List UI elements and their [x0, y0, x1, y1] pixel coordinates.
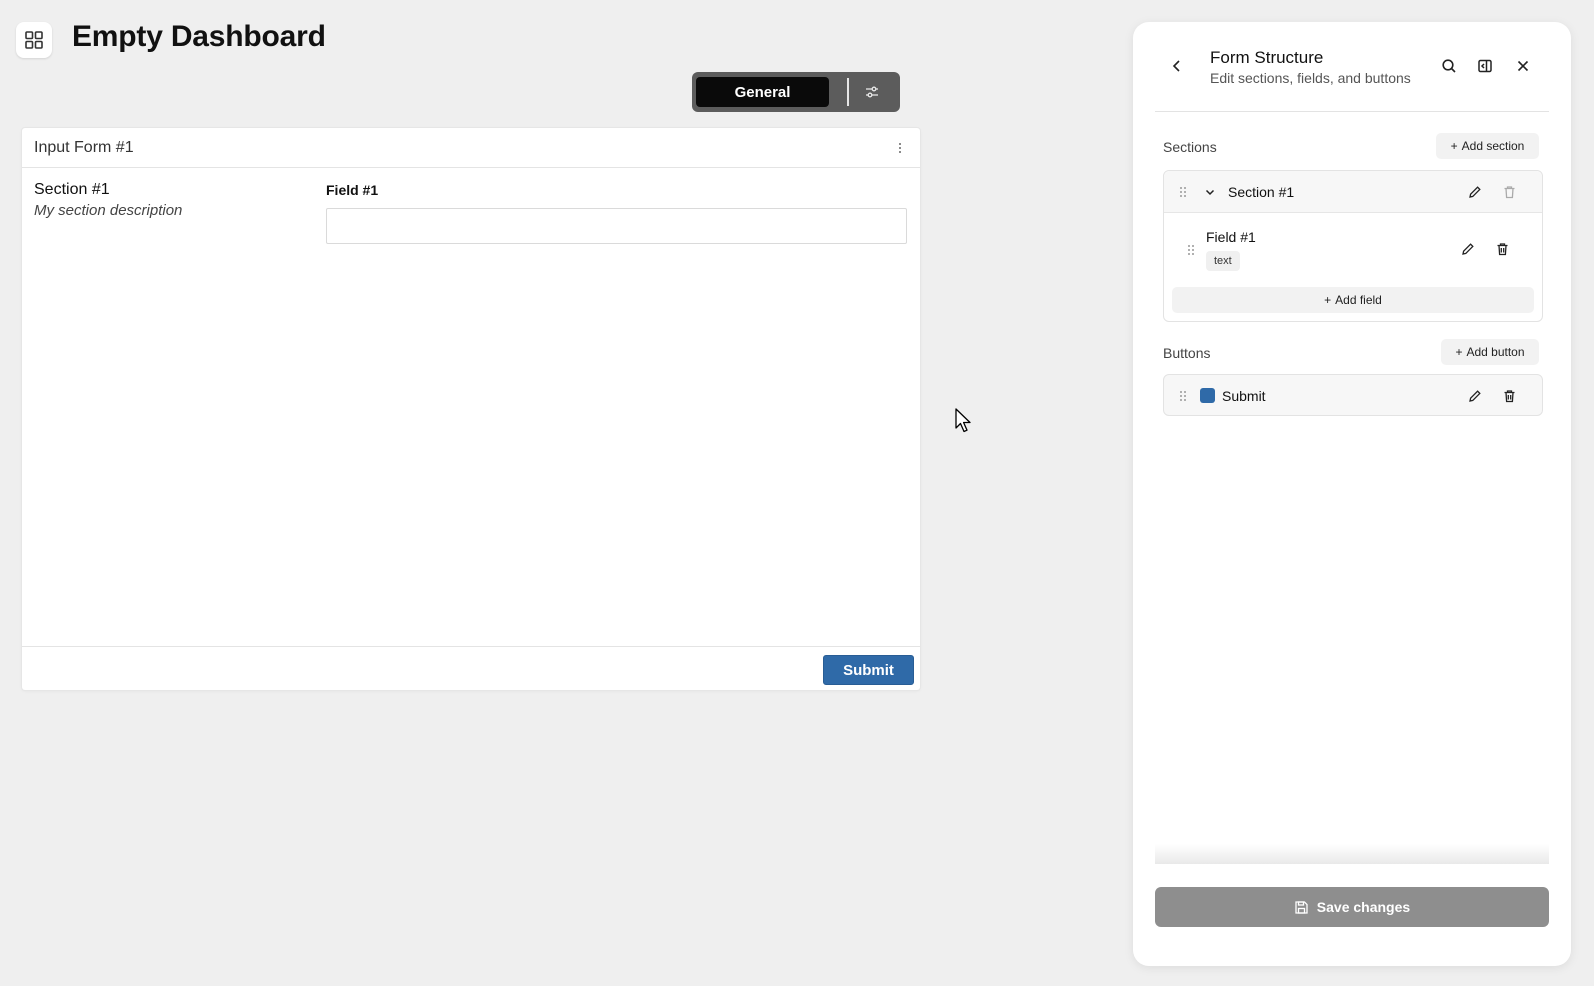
add-field-button[interactable]: + Add field [1172, 287, 1534, 313]
panel-subtitle: Edit sections, fields, and buttons [1210, 70, 1411, 86]
form-card-footer: Submit [22, 646, 920, 690]
button-color-swatch [1200, 388, 1215, 403]
split-view-icon [1478, 59, 1492, 73]
drag-handle-icon [1188, 245, 1194, 255]
section-name: Section #1 [1228, 184, 1295, 200]
trash-icon [1504, 390, 1514, 403]
drag-handle-icon [1180, 187, 1186, 197]
search-button[interactable] [1439, 56, 1459, 76]
save-changes-label: Save changes [1316, 899, 1411, 915]
trash-icon [1497, 243, 1507, 256]
save-icon [1295, 900, 1308, 914]
add-button-button[interactable]: + Add button [1441, 339, 1539, 365]
close-panel-button[interactable] [1513, 56, 1533, 76]
field-name: Field #1 [1206, 229, 1256, 245]
form-menu-button[interactable] [892, 140, 908, 156]
add-button-label: Add button [1466, 345, 1525, 359]
add-section-label: Add section [1461, 139, 1525, 153]
pencil-icon [1469, 390, 1481, 402]
more-vertical-icon [899, 142, 901, 153]
view-settings-button[interactable] [849, 77, 895, 107]
section-description: My section description [34, 202, 183, 219]
close-icon [1517, 60, 1529, 72]
panel-header: Form Structure Edit sections, fields, an… [1155, 22, 1549, 112]
drag-handle[interactable] [1178, 185, 1188, 199]
input-form-card: Input Form #1 Section #1 My section desc… [22, 128, 920, 690]
plus-icon: + [1324, 293, 1332, 307]
toggle-panel-button[interactable] [1475, 56, 1495, 76]
chevron-down-icon [1205, 189, 1215, 196]
drag-handle[interactable] [1178, 389, 1188, 403]
field-label: Field #1 [326, 182, 379, 198]
panel-title: Form Structure [1210, 48, 1324, 67]
sections-label: Sections [1163, 139, 1217, 155]
add-section-button[interactable]: + Add section [1436, 133, 1539, 159]
form-title: Input Form #1 [34, 138, 134, 156]
tab-general[interactable]: General [696, 77, 829, 107]
delete-button-button[interactable] [1501, 388, 1517, 404]
pencil-icon [1469, 186, 1481, 198]
search-icon [1442, 59, 1456, 73]
back-button[interactable] [1167, 56, 1187, 76]
delete-section-button[interactable] [1501, 184, 1517, 200]
trash-icon [1504, 186, 1514, 199]
field-row[interactable]: Field #1 text [1164, 214, 1542, 280]
grid-icon [25, 31, 43, 49]
mouse-cursor-icon [955, 408, 971, 433]
page-title: Empty Dashboard [72, 20, 326, 53]
field-type-badge: text [1206, 251, 1240, 271]
drag-handle-icon [1180, 391, 1186, 401]
sections-list: Section #1 Field #1 text + Add field [1163, 170, 1543, 322]
scroll-fade [1155, 844, 1549, 864]
section-row[interactable]: Section #1 [1164, 171, 1542, 213]
plus-icon: + [1455, 345, 1463, 359]
section-title: Section #1 [34, 181, 110, 198]
edit-section-button[interactable] [1467, 184, 1483, 200]
drag-handle[interactable] [1186, 243, 1196, 257]
button-row[interactable]: Submit [1163, 374, 1543, 416]
view-toggle: General [692, 72, 900, 112]
button-name: Submit [1222, 388, 1266, 404]
field-1-input[interactable] [326, 208, 907, 244]
buttons-label: Buttons [1163, 345, 1211, 361]
apps-grid-button[interactable] [16, 22, 52, 58]
chevron-left-icon [1172, 60, 1180, 72]
form-card-header: Input Form #1 [22, 128, 920, 168]
add-field-label: Add field [1335, 293, 1382, 307]
pencil-icon [1462, 243, 1474, 255]
submit-button[interactable]: Submit [823, 655, 914, 685]
sliders-icon [866, 86, 878, 98]
edit-button-button[interactable] [1467, 388, 1483, 404]
form-structure-panel: Form Structure Edit sections, fields, an… [1133, 22, 1571, 966]
edit-field-button[interactable] [1460, 241, 1476, 257]
save-changes-button[interactable]: Save changes [1155, 887, 1549, 927]
collapse-section-button[interactable] [1202, 184, 1218, 200]
form-card-body: Section #1 My section description Field … [22, 168, 920, 648]
delete-field-button[interactable] [1494, 241, 1510, 257]
plus-icon: + [1450, 139, 1458, 153]
